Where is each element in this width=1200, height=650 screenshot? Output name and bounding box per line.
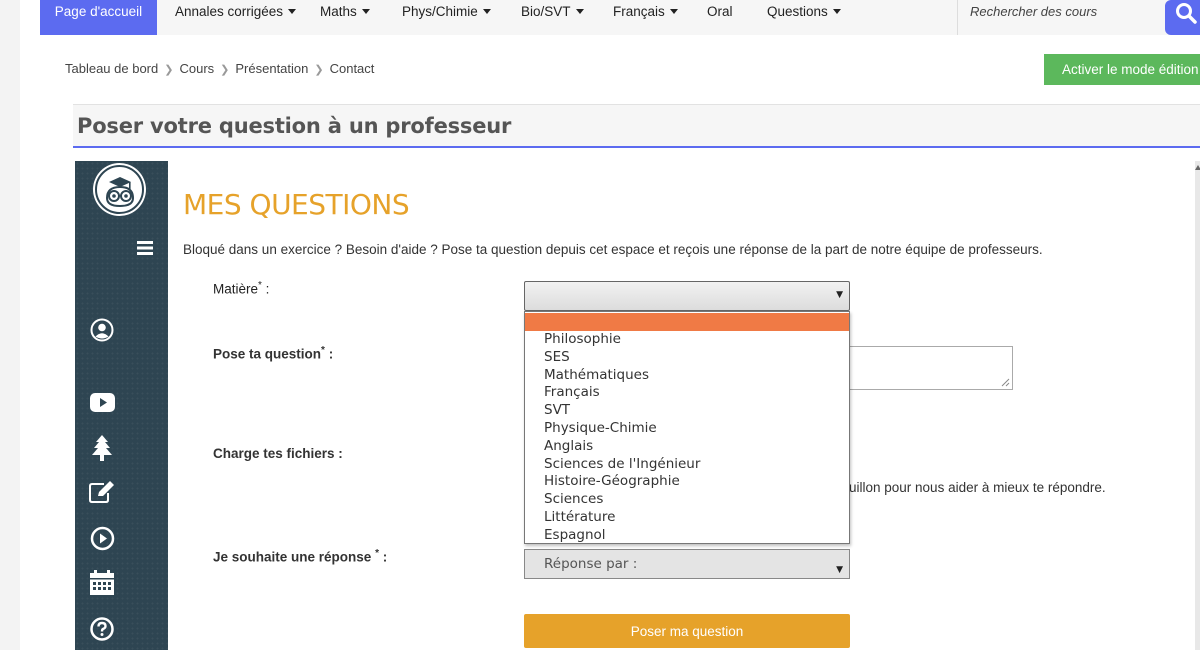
question-label: Pose ta question* : bbox=[213, 345, 333, 362]
chevron-right-icon: ❯ bbox=[164, 64, 174, 76]
main-heading: MES QUESTIONS bbox=[183, 188, 410, 221]
search-button[interactable] bbox=[1165, 0, 1200, 35]
breadcrumb-courses[interactable]: Cours bbox=[179, 61, 214, 76]
dropdown-option[interactable]: Histoire-Géographie bbox=[525, 473, 849, 491]
files-label: Charge tes fichiers : bbox=[213, 446, 343, 461]
calendar-icon[interactable] bbox=[89, 570, 115, 600]
search-input[interactable] bbox=[970, 0, 1160, 22]
dropdown-option-empty[interactable] bbox=[525, 313, 849, 331]
label-colon: : bbox=[261, 281, 270, 297]
dropdown-option[interactable]: Anglais bbox=[525, 438, 849, 456]
menu-icon[interactable] bbox=[137, 240, 153, 259]
label-text: Matière bbox=[213, 281, 259, 297]
tree-icon[interactable] bbox=[91, 435, 113, 465]
caret-down-icon bbox=[361, 8, 370, 14]
breadcrumb-dashboard[interactable]: Tableau de bord bbox=[65, 61, 158, 76]
nav-label: Phys/Chimie bbox=[402, 4, 478, 19]
search-icon bbox=[1176, 3, 1197, 24]
label-colon: : bbox=[378, 549, 388, 565]
breadcrumb-contact[interactable]: Contact bbox=[330, 61, 375, 76]
dropdown-option[interactable]: Espagnol bbox=[525, 527, 849, 545]
dropdown-arrow-icon: ▼ bbox=[836, 565, 843, 575]
label-text: Pose ta question bbox=[213, 346, 322, 362]
nav-maths[interactable]: Maths bbox=[320, 0, 370, 35]
dropdown-option[interactable]: Français bbox=[525, 384, 849, 402]
nav-physchimie[interactable]: Phys/Chimie bbox=[402, 0, 491, 35]
submit-question-button[interactable]: Poser ma question bbox=[524, 614, 850, 648]
nav-questions[interactable]: Questions bbox=[767, 0, 841, 35]
help-icon[interactable] bbox=[90, 617, 114, 645]
chevron-right-icon: ❯ bbox=[314, 64, 324, 76]
resize-grip-icon[interactable] bbox=[1000, 377, 1010, 387]
intro-text: Bloqué dans un exercice ? Besoin d'aide … bbox=[183, 242, 1043, 257]
caret-down-icon bbox=[482, 8, 491, 14]
scrollbar[interactable] bbox=[1195, 161, 1200, 650]
reply-label: Je souhaite une réponse * : bbox=[213, 548, 387, 565]
dropdown-option[interactable]: SES bbox=[525, 349, 849, 367]
reply-select[interactable]: Réponse par : ▼ bbox=[524, 549, 850, 579]
nav-divider bbox=[957, 0, 958, 35]
nav-label: Maths bbox=[320, 4, 357, 19]
nav-label: Annales corrigées bbox=[175, 4, 284, 19]
files-help-text: uillon pour nous aider à mieux te répond… bbox=[849, 480, 1106, 495]
nav-home[interactable]: Page d'accueil bbox=[40, 0, 157, 35]
reply-select-value: Réponse par : bbox=[544, 556, 638, 572]
nav-label: Oral bbox=[707, 4, 733, 19]
caret-down-icon bbox=[669, 8, 678, 14]
dropdown-option[interactable]: Sciences bbox=[525, 491, 849, 509]
breadcrumb-presentation[interactable]: Présentation bbox=[235, 61, 308, 76]
page-title: Poser votre question à un professeur bbox=[77, 114, 512, 138]
matiere-select[interactable]: ▼ bbox=[524, 281, 850, 311]
youtube-icon[interactable] bbox=[90, 393, 115, 416]
nav-francais[interactable]: Français bbox=[613, 0, 678, 35]
sidebar bbox=[75, 161, 168, 650]
dropdown-arrow-icon: ▼ bbox=[836, 290, 843, 300]
edit-icon[interactable] bbox=[89, 481, 115, 507]
nav-label: Français bbox=[613, 4, 665, 19]
dropdown-option[interactable]: Physique-Chimie bbox=[525, 420, 849, 438]
breadcrumb: Tableau de bord ❯ Cours ❯ Présentation ❯ Conta… bbox=[65, 61, 374, 76]
matiere-label: Matière* : bbox=[213, 280, 269, 297]
edit-mode-button[interactable]: Activer le mode édition bbox=[1044, 54, 1200, 85]
owl-logo-icon bbox=[105, 177, 135, 208]
matiere-dropdown-list: Philosophie SES Mathématiques Français S… bbox=[524, 311, 850, 544]
nav-label: Questions bbox=[767, 4, 828, 19]
dropdown-option[interactable]: Littérature bbox=[525, 509, 849, 527]
label-text: Je souhaite une réponse bbox=[213, 549, 372, 565]
scroll-up-icon[interactable] bbox=[1195, 165, 1200, 170]
dropdown-option[interactable]: Mathématiques bbox=[525, 367, 849, 385]
dropdown-option[interactable]: SVT bbox=[525, 402, 849, 420]
nav-oral[interactable]: Oral bbox=[707, 0, 733, 35]
nav-annales[interactable]: Annales corrigées bbox=[175, 0, 297, 35]
page-header: Poser votre question à un professeur bbox=[73, 104, 1200, 148]
nav-biosvt[interactable]: Bio/SVT bbox=[521, 0, 584, 35]
caret-down-icon bbox=[288, 8, 297, 14]
chevron-right-icon: ❯ bbox=[220, 64, 230, 76]
caret-down-icon bbox=[575, 8, 584, 14]
logo[interactable] bbox=[95, 165, 144, 214]
top-navigation: Page d'accueil Annales corrigées Maths P… bbox=[40, 0, 1200, 35]
dropdown-option[interactable]: Sciences de l'Ingénieur bbox=[525, 456, 849, 474]
user-icon[interactable] bbox=[90, 318, 114, 346]
label-colon: : bbox=[324, 346, 334, 362]
caret-down-icon bbox=[832, 8, 841, 14]
dropdown-option[interactable]: Philosophie bbox=[525, 331, 849, 349]
play-icon[interactable] bbox=[90, 526, 115, 555]
nav-label: Bio/SVT bbox=[521, 4, 571, 19]
